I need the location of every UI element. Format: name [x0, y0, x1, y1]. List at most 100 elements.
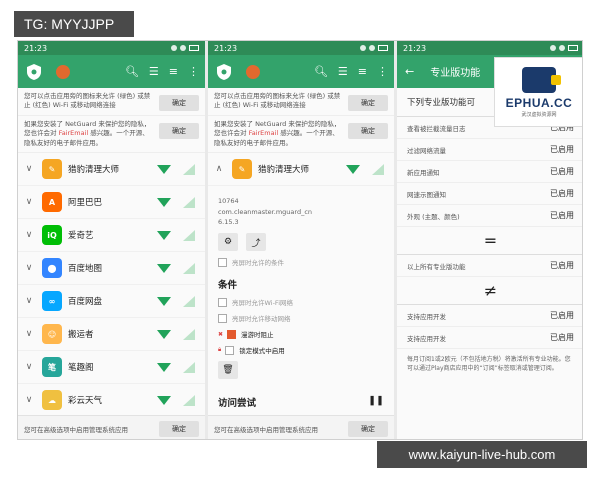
mobile-data-icon[interactable]	[183, 229, 195, 241]
app-icon: ∞	[42, 291, 62, 312]
ok-button[interactable]: 确定	[159, 95, 199, 111]
watermark-url: www.kaiyun-live-hub.com	[377, 441, 587, 468]
mobile-data-icon[interactable]	[183, 361, 195, 373]
chevron-down-icon[interactable]: ∨	[22, 164, 36, 174]
mobile-data-icon[interactable]	[183, 196, 195, 208]
watermark-tg: TG: MYYJJPP	[14, 11, 134, 37]
wifi-allowed-icon[interactable]	[157, 329, 171, 339]
battery-icon	[378, 45, 388, 51]
mobile-data-icon[interactable]	[183, 394, 195, 406]
sort-icon[interactable]: ≡	[169, 66, 178, 77]
mobile-data-icon[interactable]	[183, 295, 195, 307]
chevron-down-icon[interactable]: ∨	[22, 395, 36, 405]
checkbox-checked[interactable]	[227, 329, 237, 339]
mobile-data-icon[interactable]	[183, 328, 195, 340]
pause-icon[interactable]: ❚❚	[368, 395, 384, 409]
back-arrow-icon[interactable]: ←	[405, 66, 414, 77]
access-attempts-title: 访问尝试	[218, 398, 257, 410]
notice-text: 您可以点击应用旁的图标来允许 (绿色) 或禁止 (红色) Wi-Fi 或移动网络…	[24, 92, 151, 110]
ok-button[interactable]: 确定	[348, 123, 388, 139]
app-icon: ✎	[42, 159, 62, 180]
app-uid: 10764	[218, 197, 239, 206]
open-external-button[interactable]: ⤴	[246, 233, 266, 252]
ok-button[interactable]: 确定	[348, 95, 388, 111]
app-meta: 10764 com.cleanmaster.mguard_cn 6.15.3	[218, 196, 384, 227]
pro-feature-row[interactable]: 网速示图通知 已启用	[397, 183, 582, 205]
condition-mobile-screen-on[interactable]: 亮屏时允许移动网络	[218, 313, 384, 323]
chevron-down-icon[interactable]: ∨	[22, 230, 36, 240]
wifi-allowed-icon[interactable]	[157, 164, 171, 174]
ok-button[interactable]: 确定	[159, 123, 199, 139]
sort-icon[interactable]: ≡	[358, 66, 367, 77]
wifi-allowed-icon[interactable]	[346, 164, 360, 174]
chevron-down-icon[interactable]: ∨	[22, 296, 36, 306]
support-dev-row[interactable]: 支持应用开发 已启用	[397, 327, 582, 349]
wifi-allowed-icon[interactable]	[157, 197, 171, 207]
status-bar: 21:23	[208, 41, 394, 55]
settings-gear-button[interactable]: ⚙	[218, 233, 238, 252]
ephua-logo: EPHUA.CC 武汉虚拟资源网	[494, 57, 582, 127]
delete-trash-button[interactable]: 🗑︎	[218, 361, 238, 380]
wifi-allowed-icon[interactable]	[157, 296, 171, 306]
app-name: 阿里巴巴	[68, 198, 103, 209]
app-name: 百度网盘	[68, 297, 103, 308]
app-icon: A	[42, 192, 62, 213]
mobile-data-icon[interactable]	[183, 262, 195, 274]
app-list-item[interactable]: ∨ ∞ 百度网盘	[18, 285, 205, 319]
app-list-item[interactable]: ∨ A 阿里巴巴	[18, 186, 205, 220]
feature-status: 已启用	[550, 211, 574, 220]
app-list-item[interactable]: ∨ ✎ 猎豹清理大师	[18, 153, 205, 187]
notice-text: 您可以点击应用旁的图标来允许 (绿色) 或禁止 (红色) Wi-Fi 或移动网络…	[214, 92, 341, 110]
wifi-allowed-icon[interactable]	[157, 263, 171, 273]
feature-status: 已启用	[550, 167, 574, 176]
feature-label: 外观 (主题、颜色)	[407, 212, 460, 221]
app-list-item[interactable]: ∨ ☺ 搬运者	[18, 318, 205, 352]
chevron-down-icon[interactable]: ∨	[22, 197, 36, 207]
app-list-item[interactable]: ∨ ⬤ 百度地图	[18, 252, 205, 286]
filter-icon[interactable]: ☰	[338, 66, 348, 77]
filter-icon[interactable]: ☰	[149, 66, 159, 77]
wifi-allowed-icon[interactable]	[157, 362, 171, 372]
pro-feature-row[interactable]: 过滤网络流量 已启用	[397, 139, 582, 161]
record-toggle-icon[interactable]	[56, 64, 70, 79]
support-dev-row[interactable]: 支持应用开发 已启用	[397, 305, 582, 327]
option-screen-on-disabled[interactable]: 亮屏时允许的条件	[218, 257, 384, 267]
screenshot-collage: 21:23 🔍︎ ☰ ≡ ⋮ 您可以点击应用旁的图标来允许 (绿色) 或禁止 (…	[17, 40, 583, 440]
panel-pro-features: 21:23 ← 专业版功能 下列专业版功能可 查看被拦截流量日志 已启用 过滤网络流…	[397, 41, 582, 439]
more-menu-icon[interactable]: ⋮	[377, 66, 388, 77]
ok-button[interactable]: 确定	[159, 420, 199, 437]
pro-feature-row[interactable]: 外观 (主题、颜色) 已启用	[397, 205, 582, 227]
wifi-allowed-icon[interactable]	[157, 395, 171, 405]
ok-button[interactable]: 确定	[348, 420, 388, 437]
panel-app-detail: 21:23 🔍︎ ☰ ≡ ⋮ 您可以点击应用旁的图标来允许 (绿色) 或禁止 (…	[208, 41, 394, 439]
search-icon[interactable]: 🔍︎	[125, 66, 139, 77]
more-menu-icon[interactable]: ⋮	[188, 66, 199, 77]
all-pro-features-row[interactable]: 以上所有专业版功能 已启用	[397, 255, 582, 277]
app-name: 猎豹清理大师	[68, 165, 120, 176]
pro-feature-row[interactable]: 新应用通知 已启用	[397, 161, 582, 183]
app-list-item[interactable]: ∨ ☁ 彩云天气	[18, 384, 205, 418]
fairemail-link[interactable]: FairEmail	[249, 129, 279, 137]
bottom-notice: 您可在高级选项中启用管理系统应用 确定	[208, 415, 394, 439]
search-icon[interactable]: 🔍︎	[314, 66, 328, 77]
condition-lockdown[interactable]: 🔒︎ 锁定模式中启用	[218, 345, 384, 355]
condition-block-roaming[interactable]: ✖ 漫游时阻止	[218, 329, 384, 339]
fairemail-link[interactable]: FairEmail	[59, 129, 89, 137]
app-list-item[interactable]: ∨ 笔笔趣阁	[18, 351, 205, 385]
chevron-down-icon[interactable]: ∨	[22, 329, 36, 339]
chevron-down-icon[interactable]: ∨	[22, 362, 36, 372]
bottom-notice-text: 您可在高级选项中启用管理系统应用	[214, 425, 318, 434]
condition-wifi-screen-on[interactable]: 亮屏时允许Wi-Fi网络	[218, 297, 384, 307]
mobile-data-icon[interactable]	[183, 163, 195, 175]
chevron-down-icon[interactable]: ∨	[22, 263, 36, 273]
battery-icon	[189, 45, 199, 51]
chevron-up-icon[interactable]: ∧	[212, 164, 226, 174]
app-icon: ☺	[42, 324, 62, 345]
app-list-item[interactable]: ∨ iQ 爱奇艺	[18, 219, 205, 253]
record-toggle-icon[interactable]	[246, 64, 260, 79]
notice-fairemail: 如果您安装了 NetGuard 来保护您的隐私，您也许会对 FairEmail …	[18, 116, 205, 154]
expanded-app-row[interactable]: ∧ ✎ 猎豹清理大师	[208, 153, 394, 187]
access-attempts-header: 访问尝试 ❚❚	[218, 395, 384, 409]
wifi-allowed-icon[interactable]	[157, 230, 171, 240]
mobile-data-icon[interactable]	[372, 163, 384, 175]
